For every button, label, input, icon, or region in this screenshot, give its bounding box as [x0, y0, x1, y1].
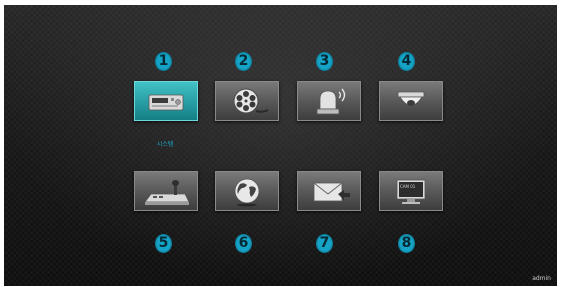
- menu-number-badge-1: 1: [155, 52, 172, 71]
- menu-number-badge-7: 7: [316, 234, 333, 253]
- menu-number-badge-8: 8: [398, 234, 415, 253]
- menu-tile-ptz[interactable]: [134, 171, 198, 211]
- menu-number-badge-5: 5: [155, 234, 172, 253]
- ptz-joystick-icon: [144, 180, 190, 205]
- menu-tile-camera[interactable]: [379, 81, 443, 121]
- main-menu-screen: 1 2 3 4 시스템 CAM 01 5 6 7 8 admin: [4, 5, 557, 286]
- globe-network-icon: [234, 178, 260, 207]
- menu-tile-alarm[interactable]: [297, 81, 361, 121]
- logged-in-user: admin: [532, 275, 551, 282]
- menu-tile-playback[interactable]: [215, 81, 279, 121]
- film-reel-icon: [233, 88, 269, 114]
- menu-tile-display[interactable]: CAM 01: [379, 171, 443, 211]
- dvr-recorder-icon: [148, 94, 184, 111]
- menu-number-badge-6: 6: [235, 234, 252, 253]
- menu-number-badge-2: 2: [235, 52, 252, 71]
- menu-tile-email[interactable]: [297, 171, 361, 211]
- menu-tile-network[interactable]: [215, 171, 279, 211]
- monitor-screen-text: CAM 01: [400, 184, 416, 189]
- dome-camera-icon: [397, 91, 425, 106]
- email-notification-icon: [313, 182, 350, 202]
- menu-number-badge-4: 4: [398, 52, 415, 71]
- monitor-display-icon: [396, 179, 426, 204]
- menu-number-badge-3: 3: [316, 52, 333, 71]
- menu-tile-system-label: 시스템: [156, 141, 174, 148]
- alarm-siren-icon: [316, 88, 346, 115]
- menu-tile-system[interactable]: [134, 81, 198, 121]
